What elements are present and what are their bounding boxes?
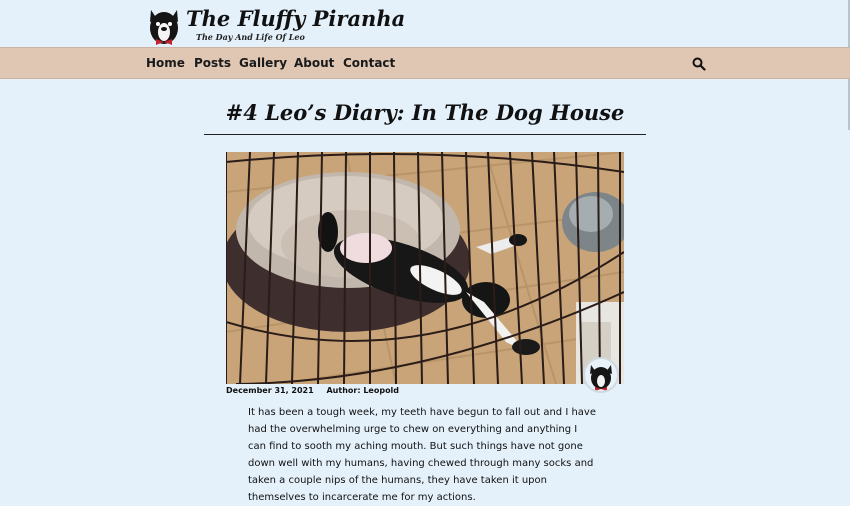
post-author[interactable]: Author: Leopold xyxy=(326,386,399,395)
nav-item-contact[interactable]: Contact xyxy=(343,56,395,70)
post-body: It has been a tough week, my teeth have … xyxy=(248,407,596,503)
nav-item-home[interactable]: Home xyxy=(146,56,185,70)
main-navigation: Home Posts Gallery About Contact xyxy=(0,47,850,79)
post-meta: December 31, 2021 Author: Leopold xyxy=(226,386,409,395)
nav-item-posts[interactable]: Posts xyxy=(194,56,231,70)
nav-item-gallery[interactable]: Gallery xyxy=(239,56,287,70)
site-title[interactable]: The Fluffy Piranha xyxy=(186,6,405,31)
nav-item-about[interactable]: About xyxy=(294,56,334,70)
search-icon[interactable] xyxy=(692,56,706,71)
featured-image[interactable] xyxy=(226,152,624,384)
site-tagline: The Day And Life Of Leo xyxy=(196,32,305,42)
title-divider xyxy=(204,134,646,135)
author-avatar[interactable] xyxy=(583,357,619,393)
dog-logo-icon xyxy=(146,2,182,46)
post-date: December 31, 2021 xyxy=(226,386,314,395)
post-title: #4 Leo’s Diary: In The Dog House xyxy=(225,100,625,125)
site-header: The Fluffy Piranha The Day And Life Of L… xyxy=(0,0,850,130)
site-logo[interactable] xyxy=(146,2,182,46)
